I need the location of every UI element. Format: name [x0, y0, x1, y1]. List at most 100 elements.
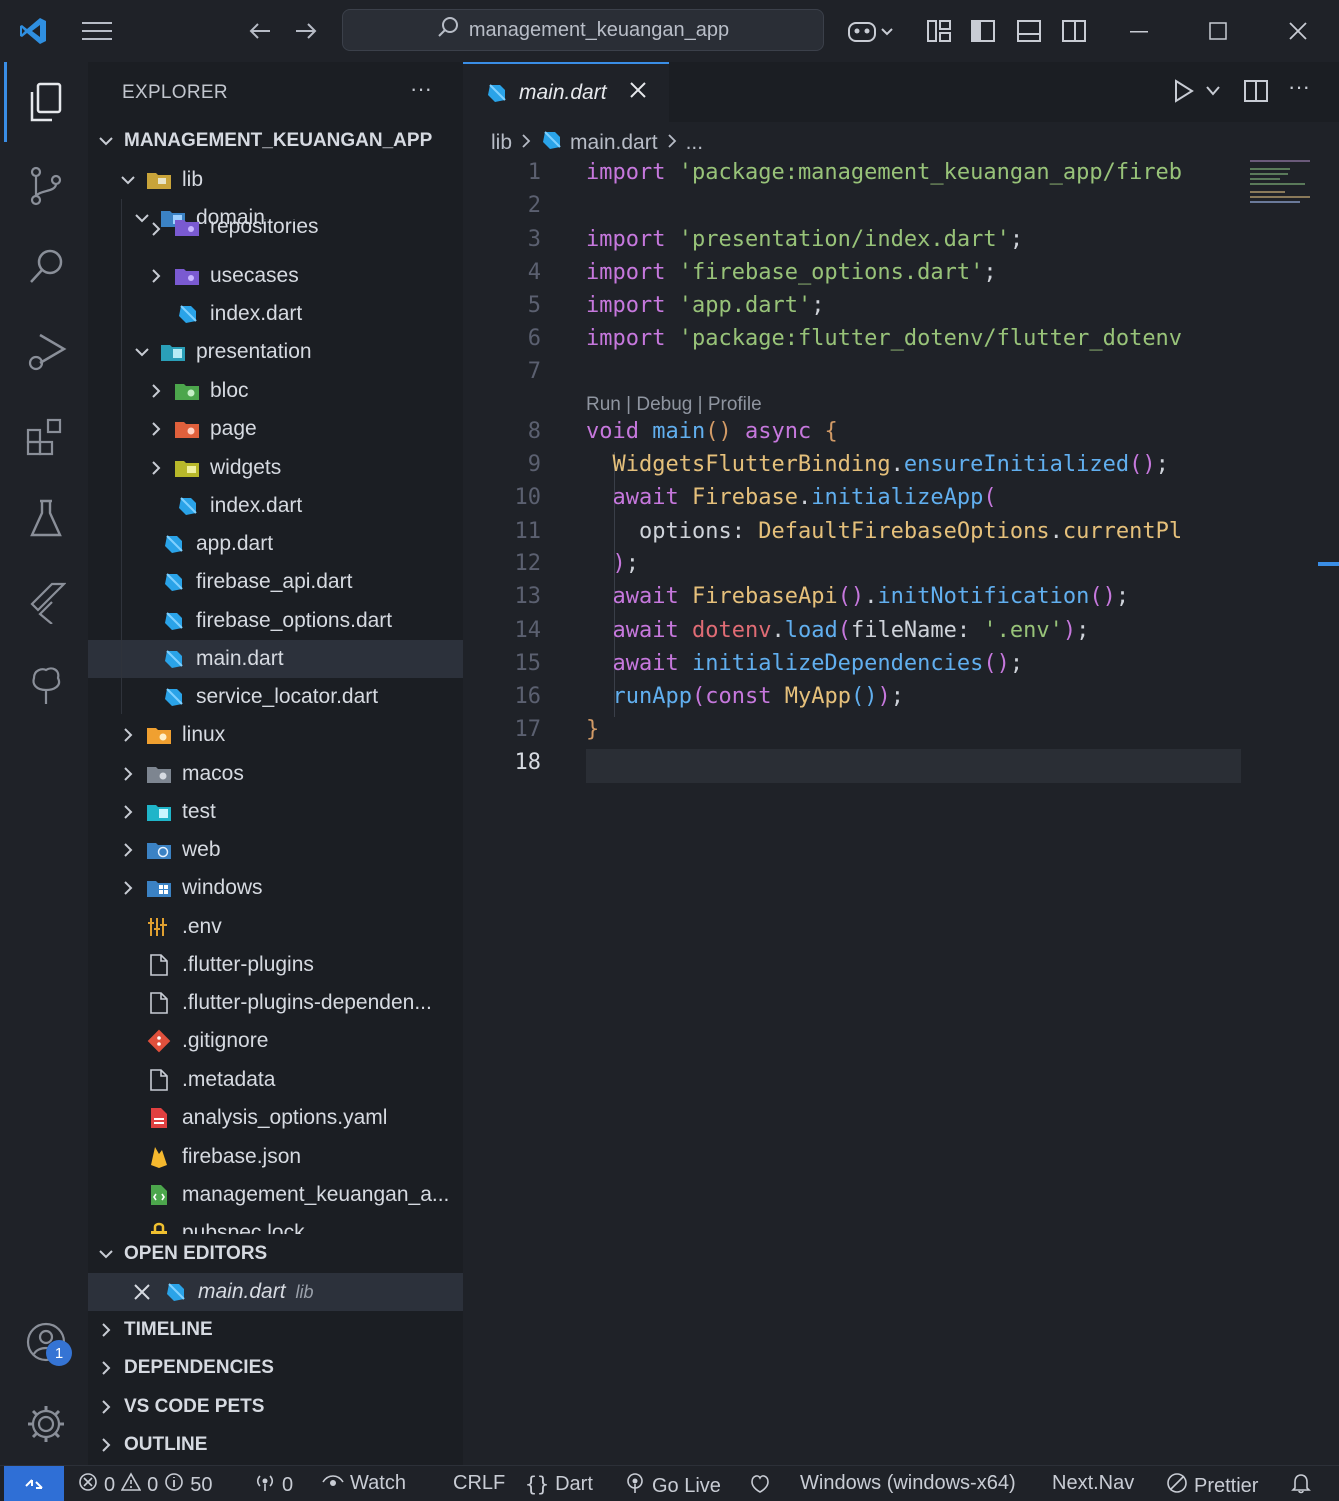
tree-file-metadata[interactable]: .metadata: [88, 1061, 463, 1099]
tree-folder-macos[interactable]: macos: [88, 755, 463, 793]
tree-folder-lib[interactable]: lib: [88, 161, 463, 199]
tree-file-analysis-options[interactable]: analysis_options.yaml: [88, 1099, 463, 1137]
settings-gear-icon[interactable]: [22, 1400, 70, 1448]
dependencies-header[interactable]: DEPENDENCIES: [88, 1350, 471, 1386]
language-indicator[interactable]: {} Dart: [525, 1472, 593, 1496]
codelens-run-debug-profile[interactable]: Run | Debug | Profile: [586, 394, 762, 416]
remote-indicator[interactable]: [4, 1466, 64, 1501]
tree-file-firebase-options-dart[interactable]: firebase_options.dart: [88, 602, 463, 640]
code-line-17[interactable]: }: [586, 717, 1241, 742]
remote-icon: [25, 1478, 43, 1489]
toggle-panel-icon[interactable]: [1012, 14, 1046, 48]
open-editors-header[interactable]: OPEN EDITORS: [88, 1236, 471, 1272]
code-line-8[interactable]: void main() async {: [586, 419, 1241, 444]
eol-indicator[interactable]: CRLF: [453, 1472, 505, 1495]
code-line-3[interactable]: import 'presentation/index.dart';: [586, 227, 1241, 252]
tree-file-env[interactable]: .env: [88, 908, 463, 946]
tree-view-icon[interactable]: [22, 662, 70, 710]
workspace-root-header[interactable]: MANAGEMENT_KEUANGAN_APP: [88, 123, 471, 159]
tree-folder-linux[interactable]: linux: [88, 716, 463, 754]
command-center-search[interactable]: management_keuangan_app: [342, 9, 824, 51]
source-control-icon[interactable]: [22, 162, 70, 210]
flutter-device-icon[interactable]: [748, 1472, 772, 1494]
copilot-icon[interactable]: [842, 14, 898, 48]
notifications-bell-icon[interactable]: [1290, 1472, 1312, 1494]
tree-file-service-locator-dart[interactable]: service_locator.dart: [88, 678, 463, 716]
toggle-primary-sidebar-icon[interactable]: [966, 14, 1000, 48]
device-indicator[interactable]: Windows (windows-x64): [800, 1472, 1016, 1495]
breadcrumb-file[interactable]: main.dart: [570, 131, 658, 155]
tree-file-index-dart[interactable]: index.dart: [88, 295, 463, 333]
code-line-11[interactable]: options: DefaultFirebaseOptions.currentP…: [586, 519, 1241, 544]
tree-folder-test[interactable]: test: [88, 793, 463, 831]
timeline-header[interactable]: TIMELINE: [88, 1312, 471, 1348]
explorer-icon[interactable]: [22, 78, 70, 126]
tab-main-dart[interactable]: main.dart: [463, 62, 669, 122]
testing-flask-icon[interactable]: [22, 495, 70, 543]
code-line-1[interactable]: import 'package:management_keuangan_app/…: [586, 160, 1241, 185]
tree-file-flutter-plugins[interactable]: .flutter-plugins: [88, 946, 463, 984]
forward-arrow-icon[interactable]: [289, 14, 323, 48]
back-arrow-icon[interactable]: [243, 14, 277, 48]
code-line-6[interactable]: import 'package:flutter_dotenv/flutter_d…: [586, 326, 1241, 351]
run-file-icon[interactable]: [1173, 78, 1195, 109]
code-line-5[interactable]: import 'app.dart';: [586, 293, 1241, 318]
code-line-9[interactable]: WidgetsFlutterBinding.ensureInitialized(…: [586, 452, 1241, 477]
run-dropdown-chevron-icon[interactable]: [1205, 84, 1221, 102]
maximize-icon[interactable]: [1201, 14, 1235, 48]
tree-file-flutter-plugins-dependencies[interactable]: .flutter-plugins-dependen...: [88, 984, 463, 1022]
code-line-14[interactable]: await dotenv.load(fileName: '.env');: [586, 618, 1241, 643]
extensions-icon[interactable]: [22, 412, 70, 460]
line-number: 10: [514, 485, 542, 510]
split-editor-icon[interactable]: [1243, 78, 1269, 109]
tree-folder-page[interactable]: page: [88, 410, 463, 448]
tree-file-gitignore[interactable]: .gitignore: [88, 1022, 463, 1060]
problems-indicator[interactable]: 0 0 50: [78, 1472, 213, 1498]
tab-close-icon[interactable]: [629, 81, 647, 105]
tree-file-app-dart[interactable]: app.dart: [88, 525, 463, 563]
next-nav-indicator[interactable]: Next.Nav: [1052, 1472, 1134, 1495]
tree-file-firebase-api-dart[interactable]: firebase_api.dart: [88, 563, 463, 601]
run-debug-icon[interactable]: [22, 327, 70, 375]
tree-file-index-dart[interactable]: index.dart: [88, 487, 463, 525]
tree-folder-repositories[interactable]: repositories: [88, 219, 463, 239]
folder-icon: [146, 168, 172, 192]
tree-file-main-dart[interactable]: main.dart: [88, 640, 463, 678]
code-line-12[interactable]: );: [586, 551, 1241, 576]
code-line-13[interactable]: await FirebaseApi().initNotification();: [586, 584, 1241, 609]
vscode-pets-header[interactable]: VS CODE PETS: [88, 1389, 471, 1425]
tree-file-firebase-json[interactable]: firebase.json: [88, 1138, 463, 1176]
explorer-more-actions[interactable]: ···: [410, 76, 432, 102]
prettier-indicator[interactable]: Prettier: [1166, 1472, 1258, 1500]
toggle-secondary-sidebar-icon[interactable]: [1057, 14, 1091, 48]
open-editor-item[interactable]: main.dart lib: [88, 1273, 463, 1311]
menu-icon[interactable]: [80, 14, 114, 48]
tree-folder-widgets[interactable]: widgets: [88, 449, 463, 487]
ports-indicator[interactable]: 0: [254, 1472, 293, 1498]
minimap[interactable]: [1250, 158, 1320, 208]
tree-folder-usecases[interactable]: usecases: [88, 257, 463, 295]
watch-indicator[interactable]: Watch: [322, 1472, 406, 1495]
breadcrumb-more[interactable]: ...: [686, 131, 704, 155]
search-view-icon[interactable]: [22, 244, 70, 292]
go-live-indicator[interactable]: Go Live: [624, 1472, 721, 1500]
editor-more-actions[interactable]: ···: [1288, 74, 1310, 100]
tree-folder-web[interactable]: web: [88, 831, 463, 869]
code-line-15[interactable]: await initializeDependencies();: [586, 651, 1241, 676]
code-line-4[interactable]: import 'firebase_options.dart';: [586, 260, 1241, 285]
timeline-label: TIMELINE: [124, 1319, 213, 1340]
flutter-icon[interactable]: [22, 578, 70, 626]
tree-folder-windows[interactable]: windows: [88, 869, 463, 907]
minimize-icon[interactable]: [1122, 14, 1156, 48]
tree-folder-presentation[interactable]: presentation: [88, 333, 463, 371]
outline-header[interactable]: OUTLINE: [88, 1427, 471, 1463]
tree-file-pubspec-lock[interactable]: pubspec.lock: [88, 1214, 463, 1234]
code-line-16[interactable]: runApp(const MyApp());: [586, 684, 1241, 709]
code-line-10[interactable]: await Firebase.initializeApp(: [586, 485, 1241, 510]
breadcrumb-folder[interactable]: lib: [491, 131, 512, 155]
tree-file-management-iml[interactable]: management_keuangan_a...: [88, 1176, 463, 1214]
tree-folder-bloc[interactable]: bloc: [88, 372, 463, 410]
close-icon[interactable]: [132, 1282, 152, 1302]
close-window-icon[interactable]: [1281, 14, 1315, 48]
customize-layout-icon[interactable]: [922, 14, 956, 48]
